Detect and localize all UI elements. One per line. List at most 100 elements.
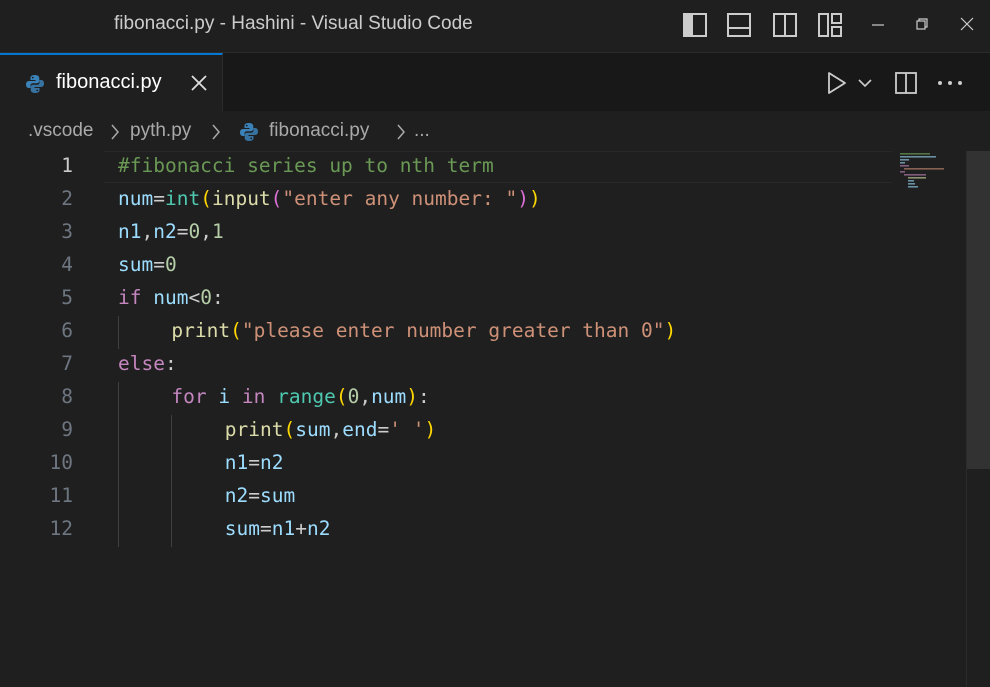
code-text: n1,n2=0,1 (118, 220, 224, 243)
title-bar: fibonacci.py - Hashini - Visual Studio C… (0, 0, 990, 52)
code-token: 0 (200, 286, 212, 309)
code-text: sum=n1+n2 (225, 517, 331, 540)
code-token: ( (200, 187, 212, 210)
code-token: ) (424, 418, 437, 441)
toggle-panel-icon[interactable] (726, 12, 752, 38)
code-token: #fibonacci series up to nth term (118, 154, 494, 177)
code-line[interactable]: 9 print(sum,end=' ') (0, 415, 900, 448)
more-actions-icon[interactable] (937, 79, 963, 87)
code-token: ) (517, 187, 529, 210)
code-token: sum (260, 484, 296, 507)
code-token: int (164, 187, 201, 210)
code-line[interactable]: 8 for i in range(0,num): (0, 382, 900, 415)
line-number: 11 (49, 484, 73, 507)
close-window-icon[interactable] (959, 16, 975, 32)
code-text: n1=n2 (225, 451, 284, 474)
toggle-secondary-sidebar-icon[interactable] (772, 12, 798, 38)
code-token: sum (118, 253, 154, 276)
code-line[interactable]: 6 print("please enter number greater than… (0, 316, 900, 349)
line-number: 6 (61, 319, 73, 342)
code-token: if (118, 286, 142, 309)
chevron-right-icon (397, 124, 405, 140)
code-token: = (176, 220, 189, 243)
split-editor-icon[interactable] (894, 71, 918, 95)
customize-layout-icon[interactable] (817, 12, 843, 38)
line-number: 2 (61, 187, 73, 210)
breadcrumb-item-ellipsis[interactable]: ... (414, 120, 430, 142)
code-token: n1 (118, 220, 142, 243)
code-line[interactable]: 1 #fibonacci series up to nth term (0, 151, 900, 184)
code-line[interactable]: 4 sum=0 (0, 250, 900, 283)
close-tab-icon[interactable] (190, 74, 208, 92)
scrollbar-thumb[interactable] (967, 151, 990, 469)
code-line[interactable]: 10 n1=n2 (0, 448, 900, 481)
code-token: + (295, 517, 308, 540)
code-token: end (342, 418, 378, 441)
minimize-icon[interactable] (870, 16, 886, 32)
code-text: num=int(input("enter any number: ")) (118, 187, 541, 210)
chevron-down-icon[interactable] (857, 77, 873, 89)
code-token: , (359, 385, 372, 408)
restore-icon[interactable] (914, 16, 930, 32)
code-token: print (224, 418, 284, 441)
line-number: 1 (61, 154, 73, 177)
line-number: 3 (61, 220, 73, 243)
code-token: i (218, 385, 231, 408)
line-number: 9 (61, 418, 73, 441)
line-number: 8 (61, 385, 73, 408)
line-number: 7 (61, 352, 73, 375)
code-token: num (118, 187, 154, 210)
code-token: 1 (211, 220, 224, 243)
code-text: print("please enter number greater than … (171, 319, 676, 342)
breadcrumb-item-fibonacci-py[interactable]: fibonacci.py (269, 120, 369, 142)
line-number: 5 (61, 286, 73, 309)
code-token: , (141, 220, 154, 243)
code-text: print(sum,end=' ') (225, 418, 436, 441)
vertical-scrollbar[interactable] (966, 151, 990, 687)
breadcrumb: .vscode pyth.py fibonacci.py ... (0, 111, 990, 151)
code-line[interactable]: 7 else: (0, 349, 900, 382)
code-editor[interactable]: 1 #fibonacci series up to nth term 2 num=in… (0, 151, 990, 687)
code-token: sum (295, 418, 331, 441)
code-token: "please enter number greater than 0" (241, 319, 665, 342)
code-text: sum=0 (118, 253, 177, 276)
code-text: if num<0: (118, 286, 224, 309)
tab-fibonacci-py[interactable]: fibonacci.py (0, 53, 223, 112)
code-token: n2 (224, 484, 249, 507)
line-number: 12 (49, 517, 73, 540)
code-token: n1 (271, 517, 296, 540)
breadcrumb-item-pyth-py[interactable]: pyth.py (130, 120, 191, 142)
code-token: ( (270, 187, 283, 210)
code-token: < (188, 286, 201, 309)
breadcrumb-item-vscode[interactable]: .vscode (28, 120, 93, 142)
code-token: = (153, 187, 165, 210)
minimap[interactable] (896, 151, 966, 191)
code-text: for i in range(0,num): (171, 385, 429, 408)
code-token: num (153, 286, 189, 309)
code-token: print (171, 319, 231, 342)
toggle-primary-sidebar-icon[interactable] (682, 12, 708, 38)
code-token: in (241, 385, 266, 408)
code-line[interactable]: 2 num=int(input("enter any number: ")) (0, 184, 900, 217)
code-text: #fibonacci series up to nth term (118, 154, 494, 177)
code-token: 0 (188, 220, 201, 243)
code-line[interactable]: 11 n2=sum (0, 481, 900, 514)
line-number: 10 (49, 451, 73, 474)
tab-label: fibonacci.py (56, 71, 162, 93)
code-token: : (164, 352, 177, 375)
python-icon (26, 75, 44, 93)
code-token: 0 (164, 253, 177, 276)
code-token: n2 (153, 220, 177, 243)
code-token: else (118, 352, 165, 375)
run-python-file-icon[interactable] (826, 71, 848, 95)
code-line[interactable]: 12 sum=n1+n2 (0, 514, 900, 547)
code-line[interactable]: 3 n1,n2=0,1 (0, 217, 900, 250)
code-token: = (153, 253, 165, 276)
code-token: = (248, 451, 261, 474)
code-text: else: (118, 352, 177, 375)
code-token: = (260, 517, 272, 540)
code-token: ( (230, 319, 242, 342)
code-line[interactable]: 5 if num<0: (0, 283, 900, 316)
